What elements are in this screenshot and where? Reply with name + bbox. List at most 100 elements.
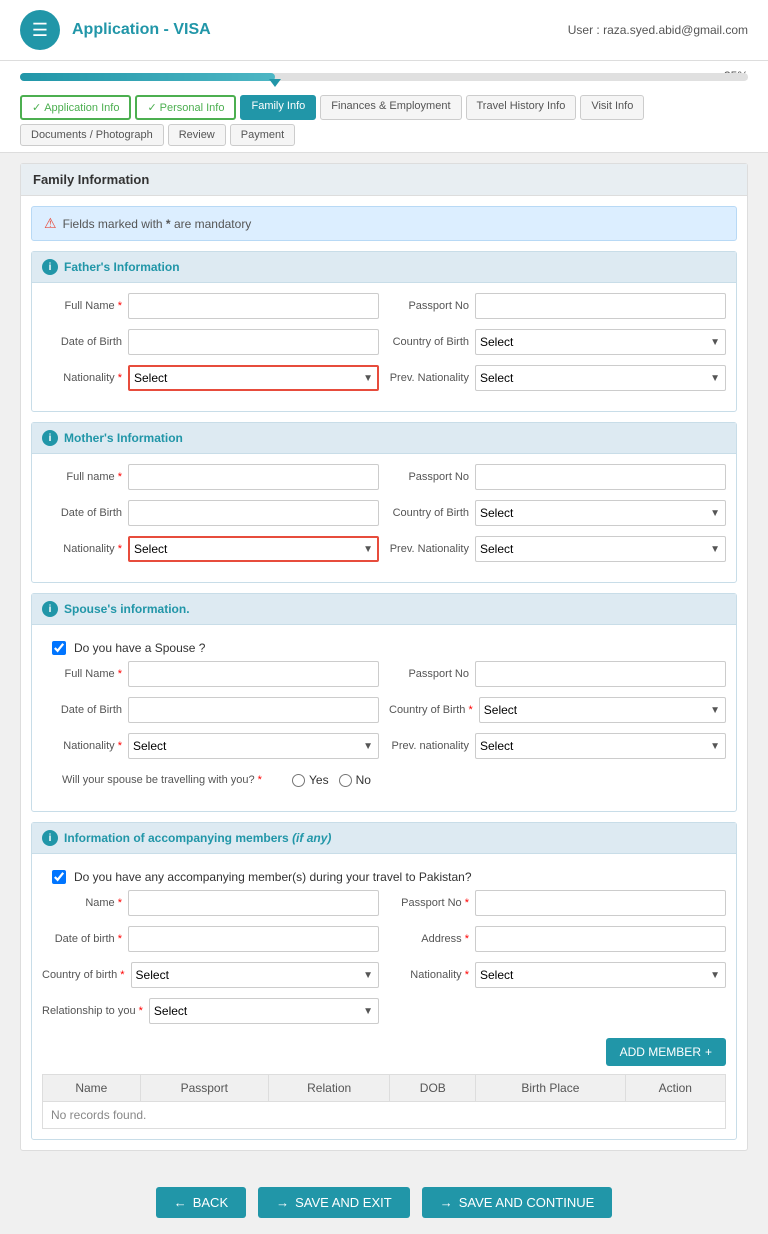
father-dob-input[interactable]: [128, 329, 379, 355]
members-table-body: No records found.: [43, 1102, 726, 1129]
mother-row-1: Full name Passport No: [42, 464, 726, 490]
spouse-prev-nationality-select[interactable]: Select: [475, 733, 726, 759]
add-member-button[interactable]: ADD MEMBER +: [606, 1038, 726, 1066]
spouse-dob-group: Date of Birth: [42, 697, 379, 723]
mother-fullname-label: Full name: [42, 471, 122, 483]
back-label: BACK: [193, 1195, 228, 1210]
warning-icon: ⚠: [44, 215, 57, 232]
father-prev-nationality-select-wrapper: Select ▼: [475, 365, 726, 391]
mother-prev-nationality-select[interactable]: Select: [475, 536, 726, 562]
spouse-travelling-row: Will your spouse be travelling with you?…: [42, 769, 726, 791]
spouse-checkbox[interactable]: [52, 641, 66, 655]
no-records-cell: No records found.: [43, 1102, 726, 1129]
mother-passport-label: Passport No: [389, 471, 469, 483]
save-continue-label: SAVE AND CONTINUE: [459, 1195, 595, 1210]
father-fullname-group: Full Name: [42, 293, 379, 319]
spouse-cob-select[interactable]: Select: [479, 697, 726, 723]
fathers-section-body: Full Name Passport No Date of Birth Coun…: [32, 283, 736, 411]
tab-review[interactable]: Review: [168, 124, 226, 146]
mothers-section: i Mother's Information Full name Passpor…: [31, 422, 737, 583]
tab-payment[interactable]: Payment: [230, 124, 295, 146]
father-passport-input[interactable]: [475, 293, 726, 319]
back-icon: ←: [174, 1195, 187, 1210]
father-cob-group: Country of Birth Select ▼: [389, 329, 726, 355]
save-exit-label: SAVE AND EXIT: [295, 1195, 392, 1210]
accompanying-cob-select-wrapper: Select ▼: [131, 962, 379, 988]
spouse-passport-input[interactable]: [475, 661, 726, 687]
spouse-section-header: i Spouse's information.: [32, 594, 736, 625]
accompanying-passport-input[interactable]: [475, 890, 726, 916]
father-nationality-select[interactable]: Select: [128, 365, 379, 391]
accompanying-dob-label: Date of birth: [42, 933, 122, 945]
father-cob-label: Country of Birth: [389, 336, 469, 348]
footer-buttons: ← BACK → SAVE AND EXIT → SAVE AND CONTIN…: [0, 1171, 768, 1234]
col-passport: Passport: [140, 1075, 268, 1102]
accompanying-nationality-group: Nationality Select ▼: [389, 962, 726, 988]
father-nationality-select-wrapper: Select ▼: [128, 365, 379, 391]
accompanying-dob-input[interactable]: [128, 926, 379, 952]
accompanying-relationship-select-wrapper: Select ▼: [149, 998, 379, 1024]
tab-application-info[interactable]: ✓Application Info: [20, 95, 131, 120]
tab-family-info[interactable]: Family Info: [240, 95, 316, 120]
accompanying-address-input[interactable]: [475, 926, 726, 952]
father-dob-group: Date of Birth: [42, 329, 379, 355]
father-passport-label: Passport No: [389, 300, 469, 312]
father-nationality-group: Nationality Select ▼: [42, 365, 379, 391]
accompanying-row-2: Date of birth Address: [42, 926, 726, 952]
accompanying-nationality-select[interactable]: Select: [475, 962, 726, 988]
spouse-prev-nationality-select-wrapper: Select ▼: [475, 733, 726, 759]
accompanying-cob-select[interactable]: Select: [131, 962, 379, 988]
mother-nationality-label: Nationality: [42, 543, 122, 555]
spouse-dob-input[interactable]: [128, 697, 379, 723]
mother-cob-select-wrapper: Select ▼: [475, 500, 726, 526]
accompanying-row-1: Name Passport No: [42, 890, 726, 916]
spouse-section-title: Spouse's information.: [64, 602, 190, 616]
accompanying-name-input[interactable]: [128, 890, 379, 916]
spouse-travelling-label: Will your spouse be travelling with you?…: [62, 774, 282, 786]
spouse-nationality-select-wrapper: Select ▼: [128, 733, 379, 759]
spouse-travelling-no-group: No: [339, 773, 371, 787]
accompanying-row-3: Country of birth Select ▼ Nationality: [42, 962, 726, 988]
spouse-fullname-input[interactable]: [128, 661, 379, 687]
spouse-travelling-yes-radio[interactable]: [292, 774, 305, 787]
mother-fullname-input[interactable]: [128, 464, 379, 490]
father-cob-select[interactable]: Select: [475, 329, 726, 355]
tab-finances-employment[interactable]: Finances & Employment: [320, 95, 461, 120]
tab-personal-info[interactable]: ✓Personal Info: [135, 95, 236, 120]
mother-nationality-group: Nationality Select ▼: [42, 536, 379, 562]
spouse-section-body: Do you have a Spouse ? Full Name Passpor…: [32, 625, 736, 811]
spouse-row-2: Date of Birth Country of Birth Select ▼: [42, 697, 726, 723]
mothers-section-header: i Mother's Information: [32, 423, 736, 454]
mother-cob-select[interactable]: Select: [475, 500, 726, 526]
save-exit-icon: →: [276, 1195, 289, 1210]
father-prev-nationality-label: Prev. Nationality: [389, 372, 469, 384]
tab-documents-photograph[interactable]: Documents / Photograph: [20, 124, 164, 146]
tabs-nav: ✓Application Info ✓Personal Info Family …: [0, 89, 768, 153]
save-exit-button[interactable]: → SAVE AND EXIT: [258, 1187, 410, 1218]
spouse-travelling-no-radio[interactable]: [339, 774, 352, 787]
accompanying-relationship-select[interactable]: Select: [149, 998, 379, 1024]
accompanying-address-group: Address: [389, 926, 726, 952]
progress-bar-container: 35%: [0, 61, 768, 89]
accompanying-checkbox[interactable]: [52, 870, 66, 884]
spouse-nationality-select[interactable]: Select: [128, 733, 379, 759]
info-icon-spouse: i: [42, 601, 58, 617]
spouse-cob-label: Country of Birth: [389, 704, 473, 716]
mother-dob-input[interactable]: [128, 500, 379, 526]
mother-nationality-select-wrapper: Select ▼: [128, 536, 379, 562]
tab-travel-history-info[interactable]: Travel History Info: [466, 95, 577, 120]
tab-visit-info[interactable]: Visit Info: [580, 95, 644, 120]
header-left: ☰ Application - VISA: [20, 10, 211, 50]
mother-dob-label: Date of Birth: [42, 507, 122, 519]
father-fullname-input[interactable]: [128, 293, 379, 319]
accompanying-passport-group: Passport No: [389, 890, 726, 916]
accompanying-passport-label: Passport No: [389, 897, 469, 909]
fathers-section-header: i Father's Information: [32, 252, 736, 283]
mother-nationality-select[interactable]: Select: [128, 536, 379, 562]
father-prev-nationality-select[interactable]: Select: [475, 365, 726, 391]
save-continue-button[interactable]: → SAVE AND CONTINUE: [422, 1187, 613, 1218]
mother-passport-input[interactable]: [475, 464, 726, 490]
father-row-2: Date of Birth Country of Birth Select ▼: [42, 329, 726, 355]
mandatory-note: ⚠ Fields marked with * are mandatory: [31, 206, 737, 241]
back-button[interactable]: ← BACK: [156, 1187, 246, 1218]
